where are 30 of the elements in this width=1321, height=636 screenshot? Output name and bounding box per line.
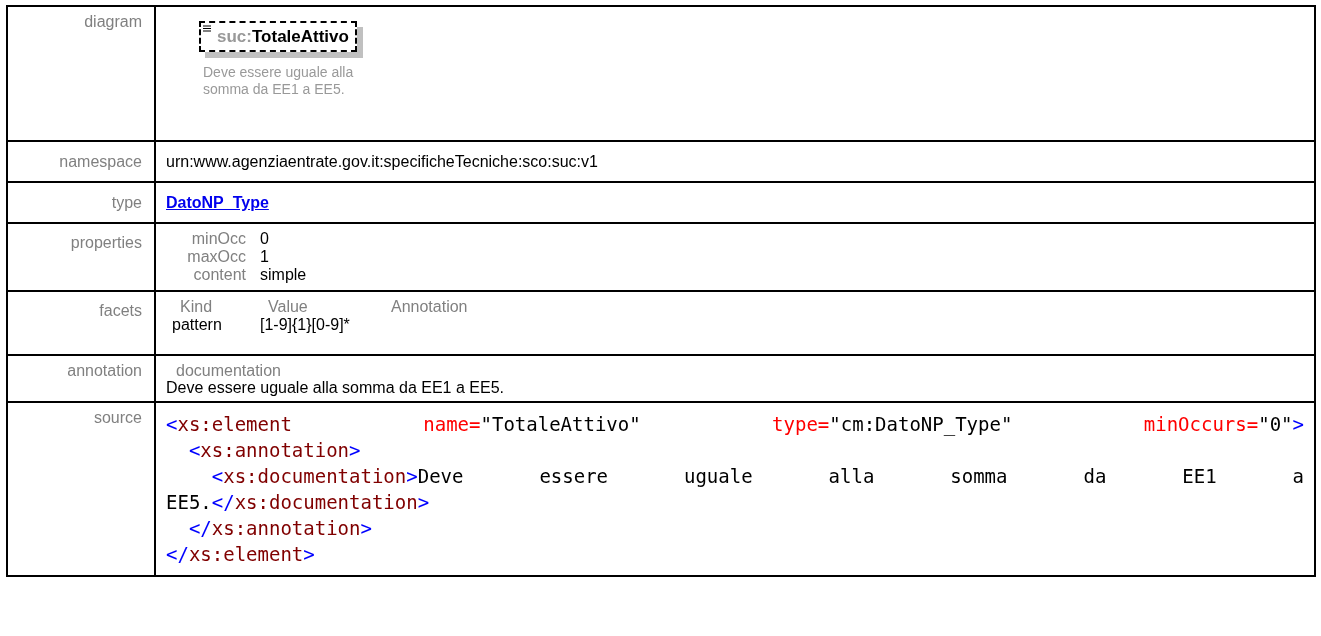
- row-label: facets: [99, 302, 142, 319]
- source-line: <xs:element name="TotaleAttivo" type="cm:DatoNP_Type" minOccurs="0">: [166, 412, 1304, 437]
- source-line: </xs:annotation>: [187, 516, 373, 541]
- row-label: source: [93, 409, 142, 426]
- row-label: type: [111, 194, 142, 211]
- column-header: Value: [267, 298, 309, 316]
- property-value: simple: [260, 266, 308, 284]
- facet-cell-text: [1-9]{1}[0-9]*: [260, 316, 351, 334]
- property-name: maxOcc: [186, 248, 246, 266]
- property-value: 0: [260, 230, 270, 248]
- documentation-heading: documentation: [175, 362, 282, 379]
- column-header: Kind: [179, 298, 214, 316]
- source-line: </xs:element>: [166, 542, 316, 567]
- row-label: annotation: [67, 362, 142, 379]
- property-name: minOcc: [190, 230, 246, 248]
- row-label: namespace: [59, 153, 142, 170]
- property-value: 1: [260, 248, 270, 266]
- type-link[interactable]: DatoNP_Type: [166, 194, 269, 211]
- element-caption: Deve essere uguale alla somma da EE1 a EE5.: [203, 64, 355, 98]
- column-header: Annotation: [390, 298, 468, 316]
- row-label: diagram: [84, 13, 142, 30]
- lines-icon: [203, 25, 211, 32]
- source-line: EE5.</xs:documentation>: [166, 490, 431, 515]
- documentation-text: Deve essere uguale alla somma da EE1 a EE5.: [166, 379, 505, 397]
- source-line: <xs:documentation>Deve essere uguale alla somma da EE1 a: [210, 464, 1304, 489]
- facet-cell-text: pattern: [172, 316, 223, 334]
- row-label: properties: [70, 234, 142, 251]
- namespace-text: urn:www.agenziaentrate.gov.it:specificheTecniche:sco:suc:v1: [166, 153, 598, 170]
- source-line: <xs:annotation>: [187, 438, 362, 463]
- property-name: content: [192, 266, 246, 284]
